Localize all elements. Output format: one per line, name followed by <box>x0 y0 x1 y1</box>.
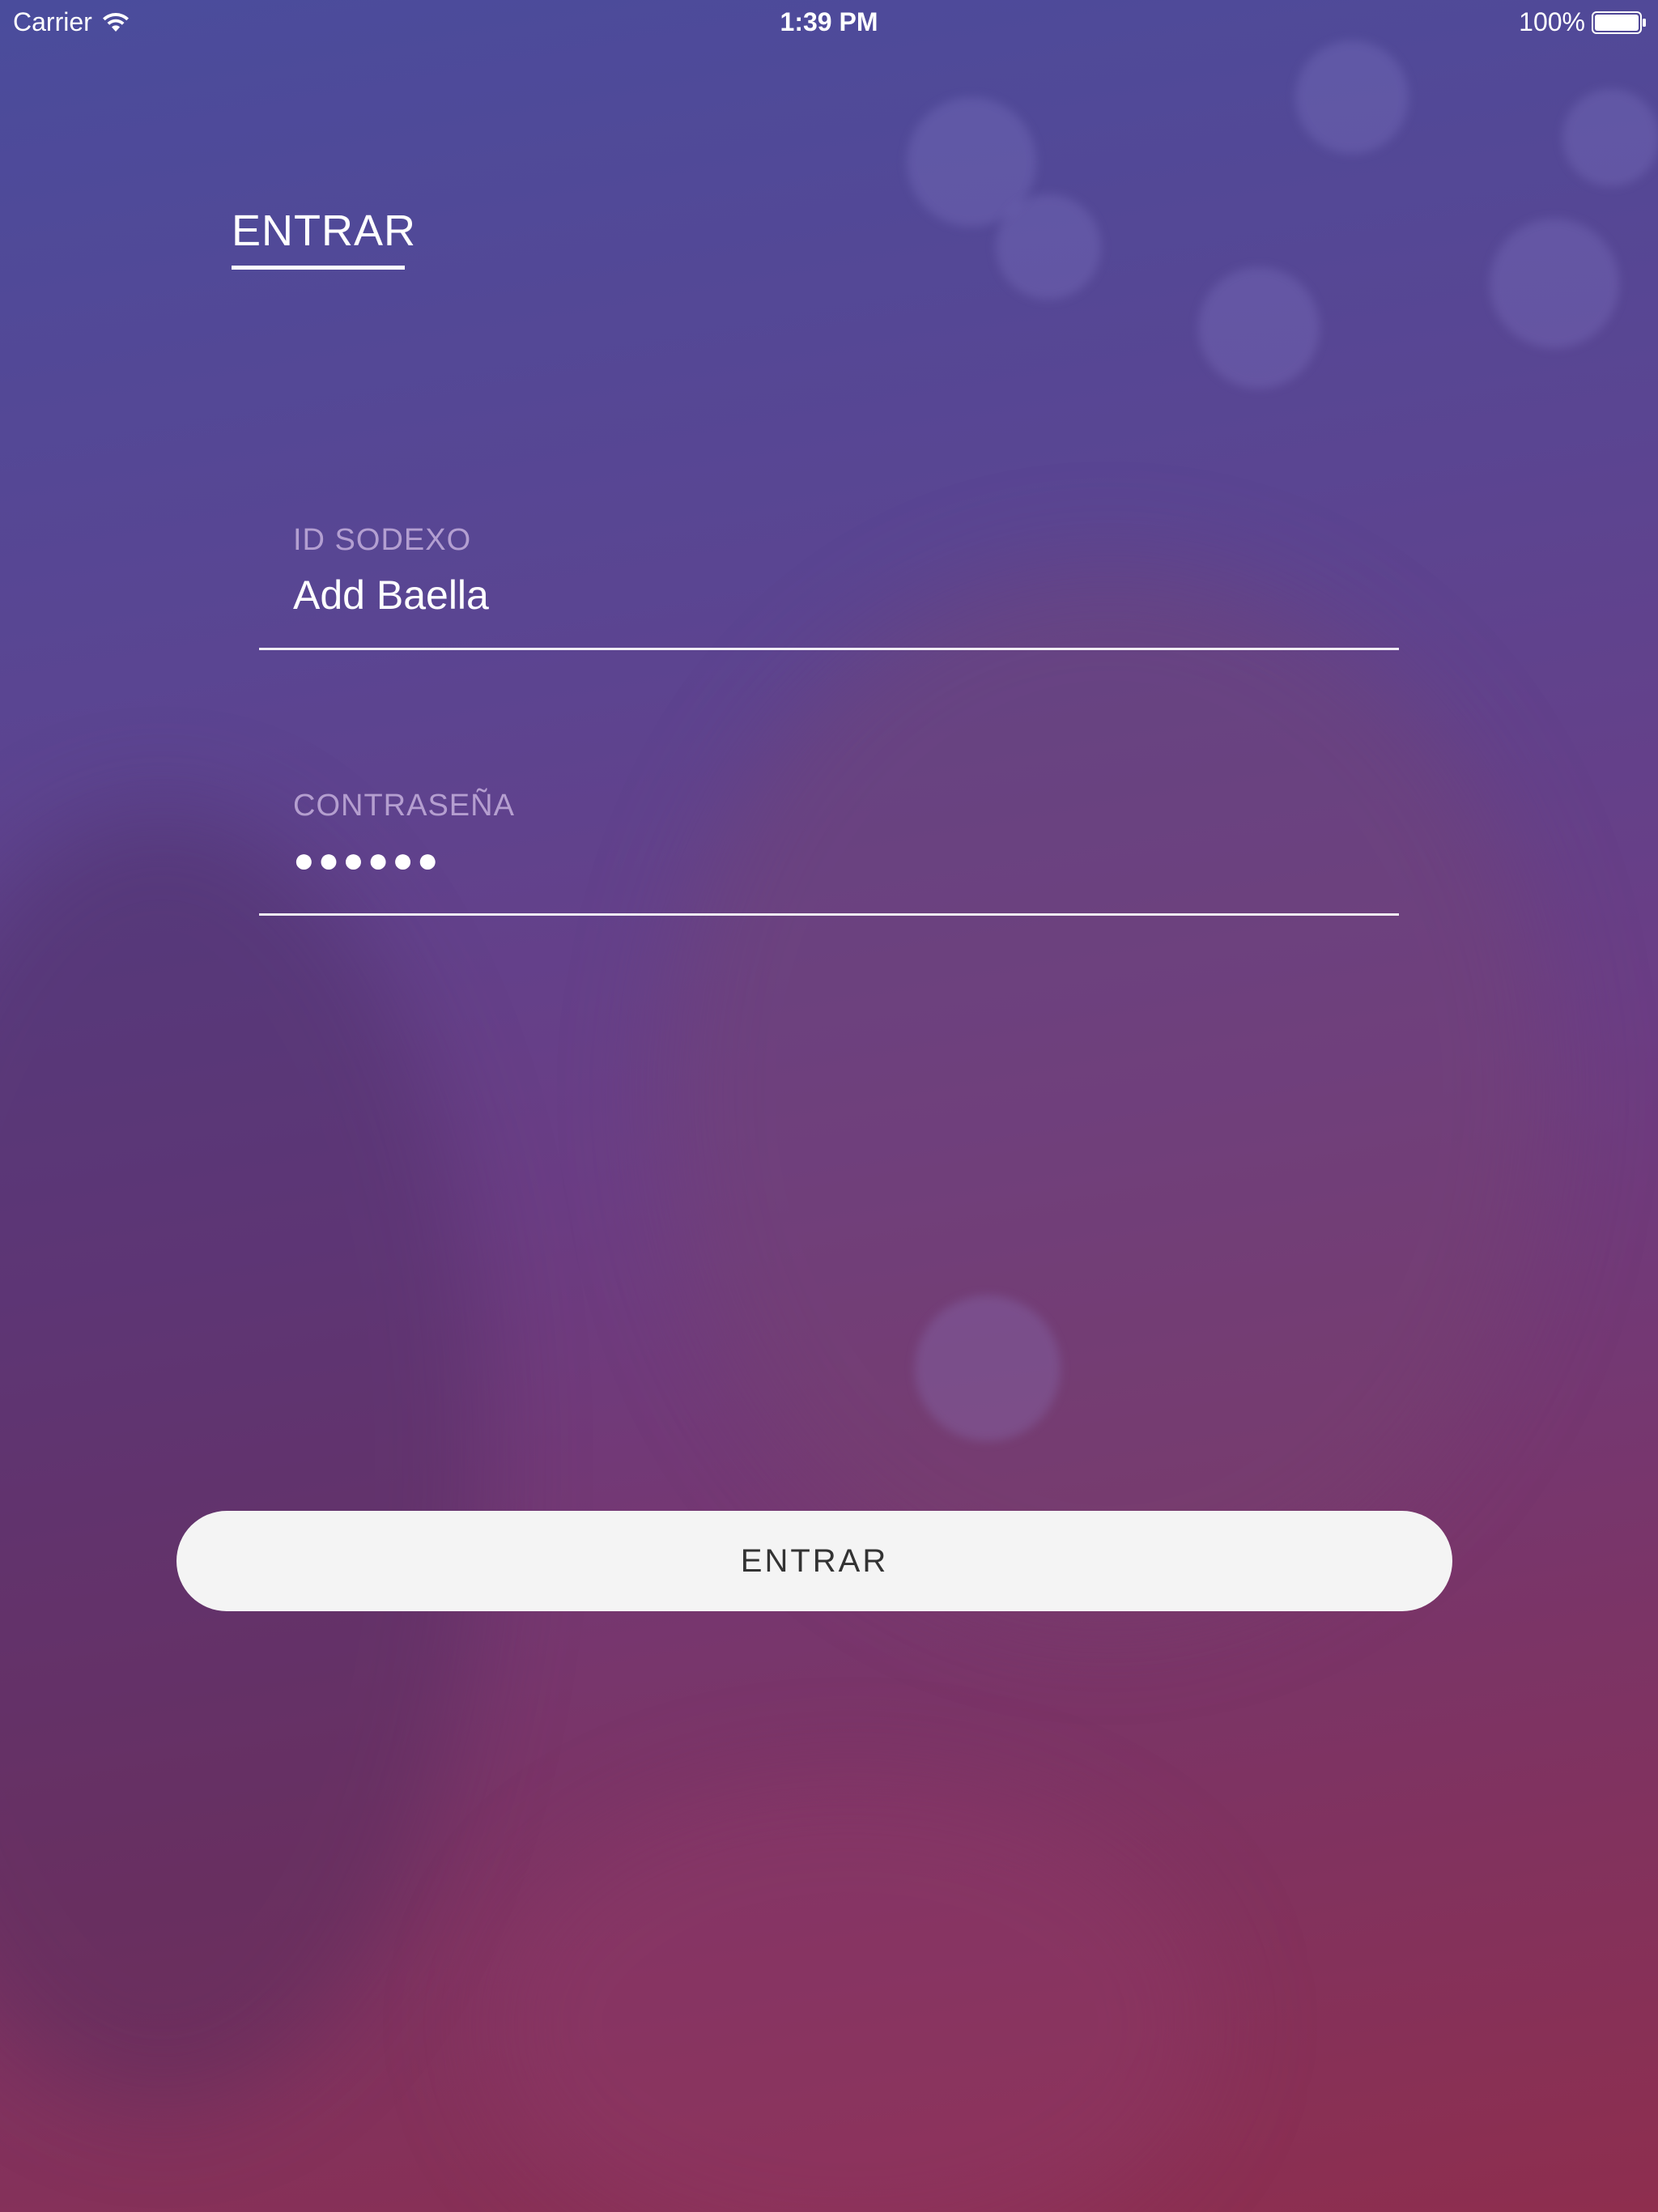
password-field[interactable]: CONTRASEÑA ●●●●●● <box>259 784 1399 917</box>
battery-percent: 100% <box>1519 7 1585 36</box>
id-sodexo-field[interactable]: ID SODEXO Add Baella <box>259 518 1399 651</box>
password-label: CONTRASEÑA <box>293 789 515 823</box>
id-sodexo-underline <box>259 648 1399 650</box>
id-sodexo-input[interactable]: Add Baella <box>293 572 489 619</box>
tab-active-underline <box>232 266 405 270</box>
status-time: 1:39 PM <box>780 7 878 36</box>
page-title-tab[interactable]: ENTRAR <box>232 206 416 256</box>
login-button-label: ENTRAR <box>740 1542 889 1579</box>
status-bar: Carrier 1:39 PM 100% <box>0 0 1658 47</box>
password-underline <box>259 913 1399 916</box>
id-sodexo-label: ID SODEXO <box>293 523 472 557</box>
battery-indicator: 100% <box>1519 7 1647 37</box>
battery-icon <box>1592 11 1646 34</box>
login-button[interactable]: ENTRAR <box>176 1511 1452 1611</box>
password-input[interactable]: ●●●●●● <box>293 840 441 881</box>
background-photo <box>0 0 1658 2212</box>
